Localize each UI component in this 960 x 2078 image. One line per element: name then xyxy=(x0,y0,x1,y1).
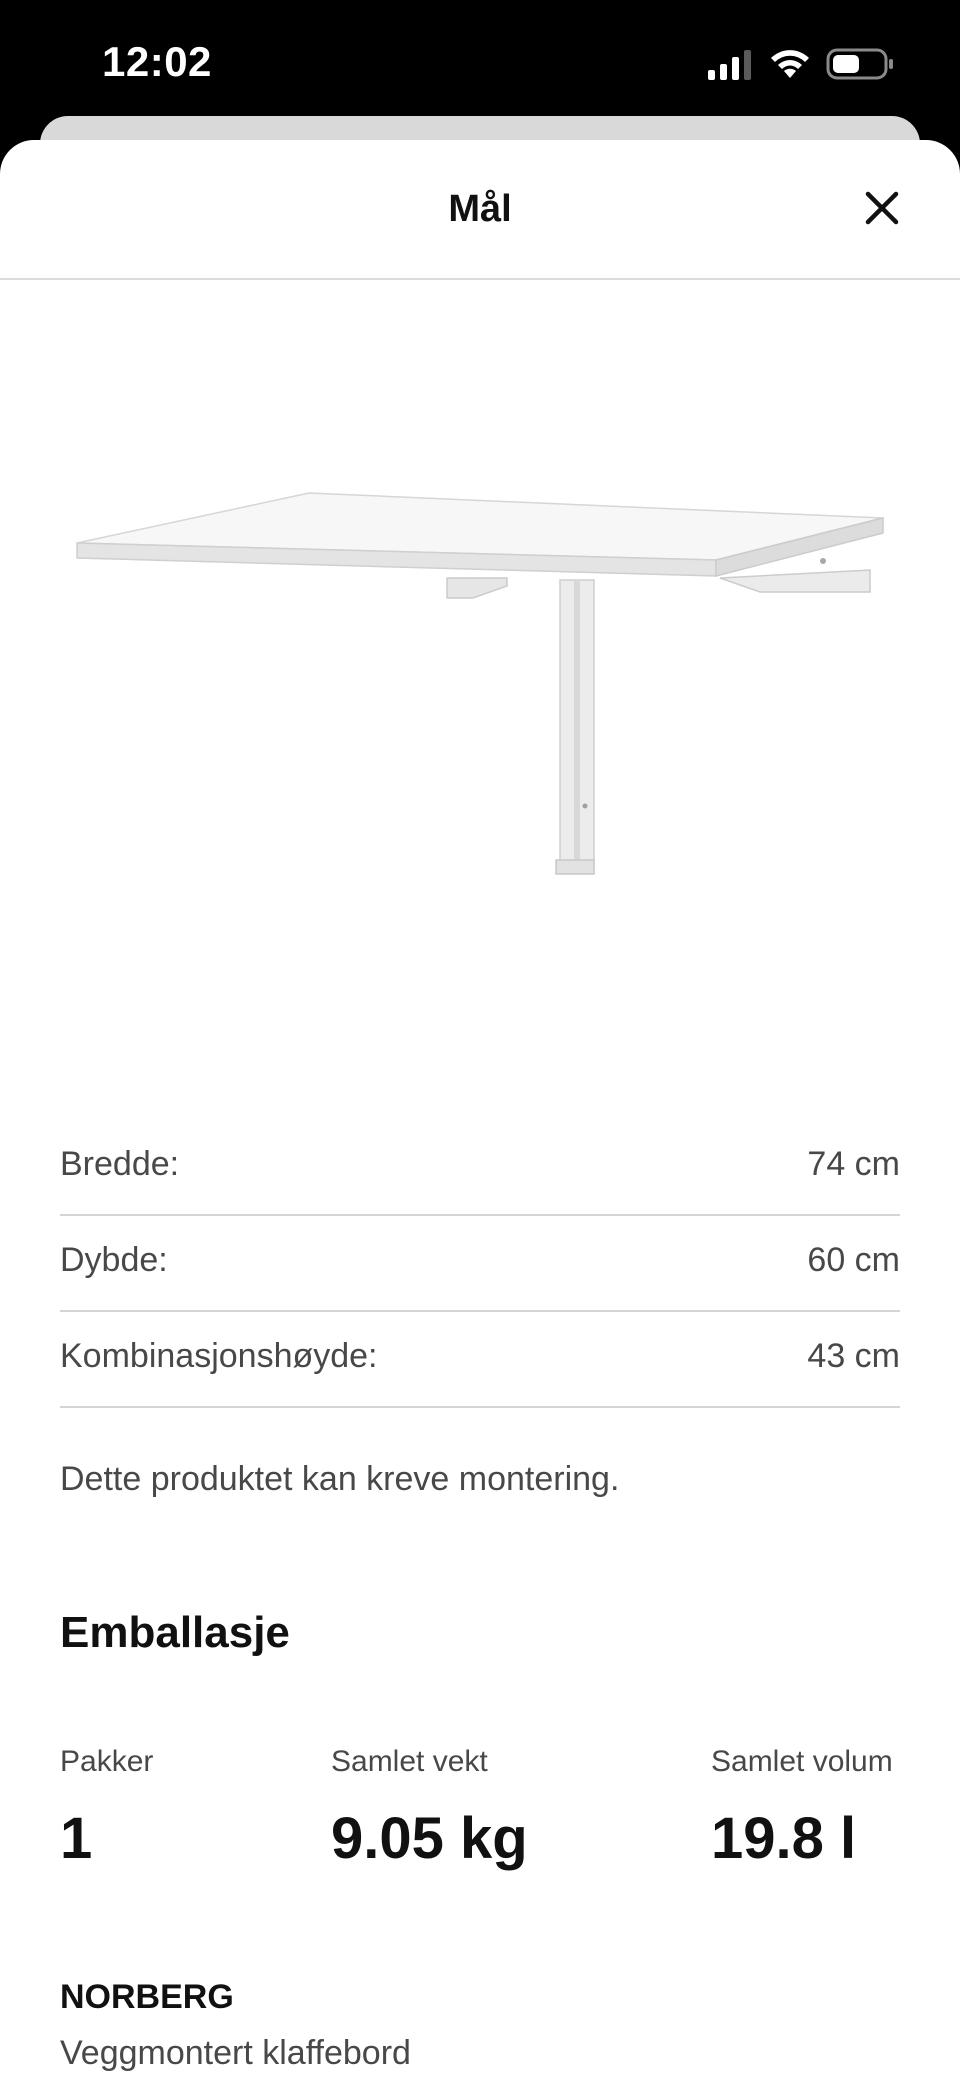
sheet-header: Mål xyxy=(0,140,960,280)
wifi-icon xyxy=(771,50,809,78)
status-bar: 12:02 xyxy=(0,0,960,120)
packages-label: Pakker xyxy=(60,1745,154,1778)
dimension-row: Kombinasjonshøyde: 43 cm xyxy=(60,1312,900,1408)
assembly-note: Dette produktet kan kreve montering. xyxy=(60,1460,620,1498)
close-button[interactable] xyxy=(860,186,904,230)
page-title: Mål xyxy=(448,188,512,230)
product-description: Veggmontert klaffebord xyxy=(60,2034,411,2072)
status-time: 12:02 xyxy=(102,38,212,85)
volume-label: Samlet volum xyxy=(711,1745,893,1778)
close-icon xyxy=(865,191,899,225)
packages-stat: Pakker 1 xyxy=(60,1745,153,1872)
packaging-title: Emballasje xyxy=(60,1608,290,1657)
dimensions-list: Bredde: 74 cm Dybde: 60 cm Kombinasjonsh… xyxy=(60,1120,900,1408)
dimension-label: Kombinasjonshøyde: xyxy=(60,1336,378,1375)
dimension-value: 74 cm xyxy=(807,1144,900,1183)
product-name: NORBERG xyxy=(60,1978,234,2016)
weight-label: Samlet vekt xyxy=(331,1745,488,1778)
weight-value: 9.05 kg xyxy=(331,1806,528,1871)
volume-value: 19.8 l xyxy=(711,1806,857,1871)
packages-value: 1 xyxy=(60,1806,93,1871)
dimension-value: 60 cm xyxy=(807,1240,900,1279)
dimension-row: Dybde: 60 cm xyxy=(60,1216,900,1312)
status-icons xyxy=(706,44,894,84)
volume-stat: Samlet volum 19.8 l xyxy=(711,1745,893,1872)
battery-icon xyxy=(826,48,893,80)
dimension-row: Bredde: 74 cm xyxy=(60,1120,900,1216)
dimension-label: Bredde: xyxy=(60,1144,180,1183)
product-image xyxy=(76,492,884,875)
weight-stat: Samlet vekt 9.05 kg xyxy=(331,1745,528,1872)
cellular-signal-icon xyxy=(708,50,751,80)
dimension-label: Dybde: xyxy=(60,1240,168,1279)
dimension-value: 43 cm xyxy=(807,1336,900,1375)
